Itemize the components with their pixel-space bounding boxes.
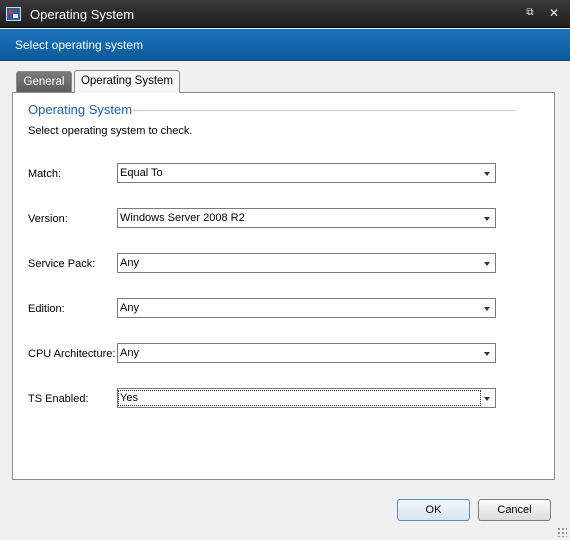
section-divider [133, 110, 516, 111]
service-pack-value: Any [120, 257, 139, 269]
dialog-header: Select operating system [0, 29, 570, 61]
tab-panel: Operating System Select operating system… [12, 92, 555, 480]
service-pack-label: Service Pack: [28, 258, 96, 270]
cpu-architecture-label: CPU Architecture: [28, 348, 116, 360]
ok-button[interactable]: OK [397, 499, 470, 521]
cancel-button[interactable]: Cancel [478, 499, 551, 521]
edition-dropdown[interactable]: Any [117, 298, 496, 318]
match-label: Match: [28, 168, 62, 180]
close-icon[interactable]: ✕ [546, 5, 562, 21]
app-icon [6, 7, 21, 21]
chevron-down-icon[interactable] [484, 217, 490, 221]
version-dropdown[interactable]: Windows Server 2008 R2 [117, 208, 496, 228]
cpu-architecture-dropdown[interactable]: Any [117, 343, 496, 363]
ts-enabled-label: TS Enabled: [28, 393, 89, 405]
ts-enabled-dropdown[interactable]: Yes [117, 388, 496, 408]
version-label: Version: [28, 213, 68, 225]
chevron-down-icon[interactable] [484, 262, 490, 266]
section-title: Operating System [28, 102, 133, 117]
title-bar[interactable]: Operating System ⧉ ✕ [0, 0, 570, 28]
service-pack-dropdown[interactable]: Any [117, 253, 496, 273]
restore-icon[interactable]: ⧉ [522, 5, 538, 21]
cpu-architecture-value: Any [120, 347, 139, 359]
section-description: Select operating system to check. [28, 125, 193, 137]
window-title: Operating System [30, 7, 135, 22]
header-text: Select operating system [15, 38, 144, 52]
ts-enabled-value: Yes [118, 390, 481, 406]
match-dropdown[interactable]: Equal To [117, 163, 496, 183]
edition-value: Any [120, 302, 139, 314]
match-value: Equal To [120, 167, 163, 179]
chevron-down-icon[interactable] [484, 397, 490, 401]
chevron-down-icon[interactable] [484, 172, 490, 176]
tab-operating-system[interactable]: Operating System [74, 70, 180, 93]
tab-general[interactable]: General [16, 71, 72, 93]
chevron-down-icon[interactable] [484, 307, 490, 311]
chevron-down-icon[interactable] [484, 352, 490, 356]
resize-grip[interactable] [557, 527, 567, 537]
version-value: Windows Server 2008 R2 [120, 212, 245, 224]
edition-label: Edition: [28, 303, 65, 315]
